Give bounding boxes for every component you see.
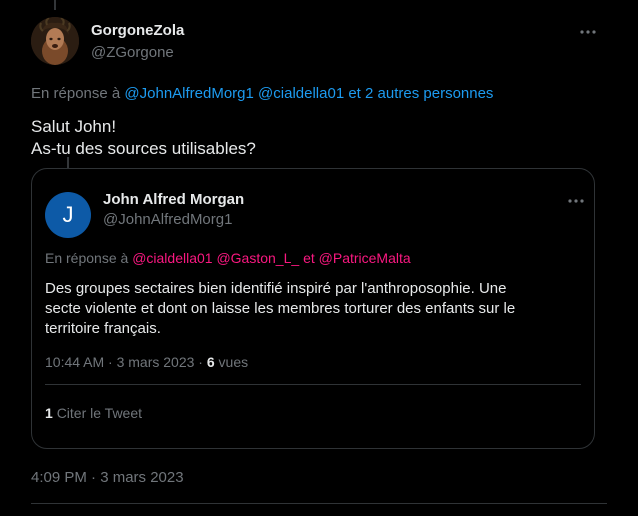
quoted-avatar[interactable]: J: [45, 192, 91, 238]
mention-link[interactable]: @cialdella01: [132, 250, 212, 266]
divider: [31, 503, 607, 504]
mention-link[interactable]: @Gaston_L_: [216, 250, 299, 266]
reply-others-link[interactable]: et 2 autres personnes: [348, 85, 493, 102]
tweet-text-line: As-tu des sources utilisables?: [31, 139, 256, 158]
quoted-tweet-text: Des groupes sectaires bien identifié ins…: [45, 279, 585, 339]
more-options-button[interactable]: [578, 22, 598, 42]
avatar[interactable]: [31, 17, 79, 65]
quoted-timestamp[interactable]: 10:44 AM · 3 mars 2023 ·: [45, 354, 203, 370]
mention-link[interactable]: @cialdella01: [258, 85, 344, 102]
quoted-author-handle[interactable]: @JohnAlfredMorg1: [103, 211, 232, 228]
more-horizontal-icon: [568, 199, 584, 203]
mention-link[interactable]: @JohnAlfredMorg1: [124, 85, 253, 102]
reply-context: En réponse à @JohnAlfredMorg1 @cialdella…: [31, 85, 493, 102]
quote-count: 1: [45, 405, 53, 421]
tweet-timestamp[interactable]: 4:09 PM · 3 mars 2023: [31, 469, 184, 486]
avatar-letter: J: [62, 202, 74, 227]
quoted-more-options-button[interactable]: [566, 191, 586, 211]
views-label: vues: [218, 354, 249, 370]
quote-tweet-count-link[interactable]: 1 Citer le Tweet: [45, 405, 142, 421]
reply-prefix: En réponse à: [45, 250, 129, 266]
views-count: 6: [206, 354, 215, 370]
quoted-reply-context: En réponse à @cialdella01 @Gaston_L_ et …: [45, 250, 411, 266]
quoted-tweet-meta: 10:44 AM · 3 mars 2023 · 6 vues: [45, 354, 248, 370]
mention-link[interactable]: @PatriceMalta: [319, 250, 411, 266]
quoted-text-line: territoire français.: [45, 320, 161, 337]
author-name[interactable]: GorgoneZola: [91, 22, 184, 39]
quote-label: Citer le Tweet: [56, 405, 143, 421]
divider: [45, 384, 581, 385]
tweet-text-line: Salut John!: [31, 117, 117, 136]
quoted-tweet-card[interactable]: J John Alfred Morgan @JohnAlfredMorg1 En…: [31, 168, 595, 449]
reply-prefix: En réponse à: [31, 85, 121, 102]
thread-connector-line: [54, 0, 56, 10]
tweet-text: Salut John! As-tu des sources utilisable…: [31, 116, 256, 160]
avatar-image: [31, 17, 79, 65]
reply-joiner: et: [303, 250, 315, 266]
more-horizontal-icon: [580, 30, 596, 34]
author-handle[interactable]: @ZGorgone: [91, 44, 174, 61]
quoted-author-name[interactable]: John Alfred Morgan: [103, 191, 244, 208]
quoted-text-line: secte violente et dont on laisse les mem…: [45, 300, 516, 317]
quoted-text-line: Des groupes sectaires bien identifié ins…: [45, 280, 507, 297]
